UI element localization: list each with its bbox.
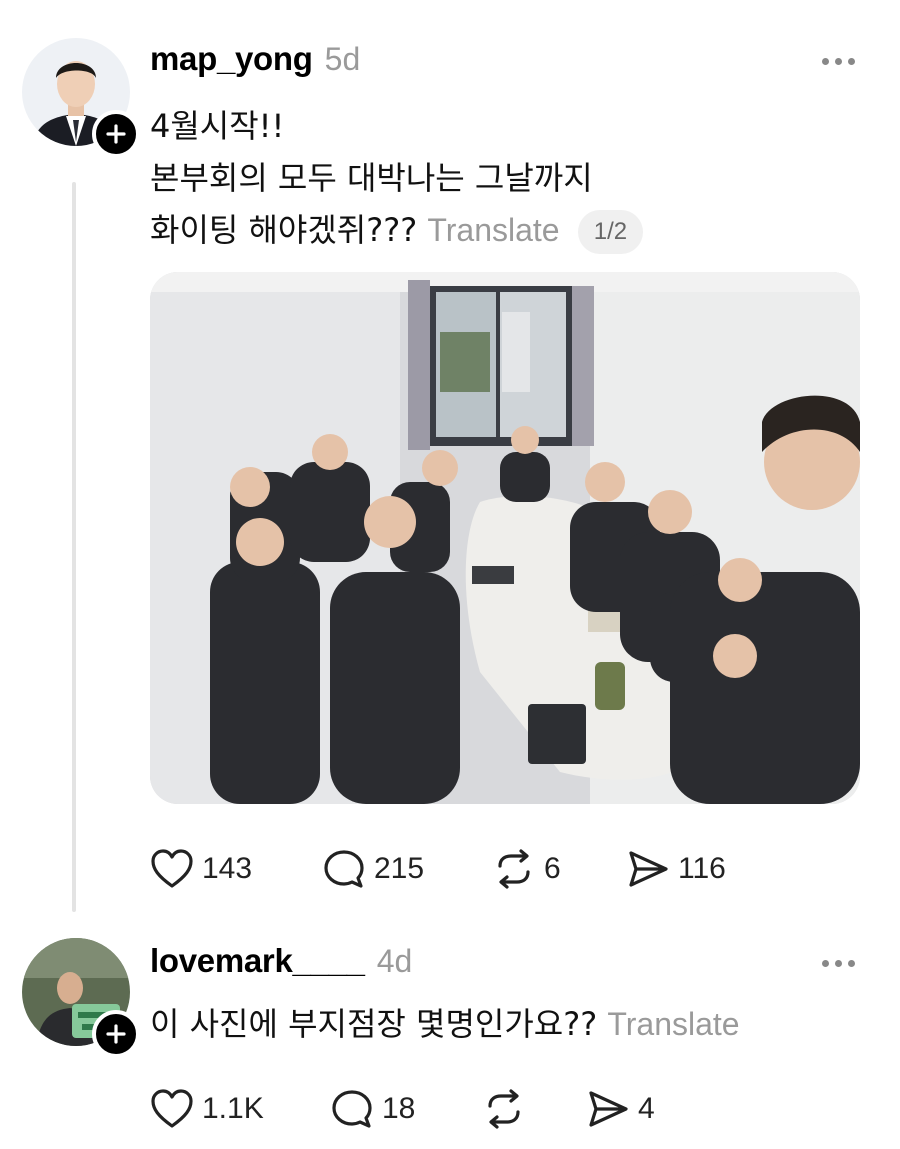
share-count: 116	[678, 852, 726, 885]
reply-username[interactable]: lovemark____	[150, 942, 365, 980]
translate-link[interactable]: Translate	[427, 212, 559, 248]
repost-icon	[488, 1089, 520, 1129]
repost-count: 6	[544, 852, 561, 885]
reply-time: 4d	[376, 943, 413, 979]
like-button[interactable]: 1.1K	[150, 1088, 264, 1130]
reply-count: 215	[374, 852, 425, 885]
post-photo[interactable]	[150, 272, 860, 804]
comment-icon	[324, 850, 364, 888]
heart-icon	[151, 1089, 193, 1128]
post-username[interactable]: map_yong	[150, 40, 313, 78]
post-text-line: 4월시작!!	[150, 107, 285, 145]
reply-text: 이 사진에 부지점장 몇명인가요??	[150, 1005, 598, 1043]
like-button[interactable]: 143	[150, 848, 252, 890]
post-text-line: 화이팅 해야겠쥐???	[150, 211, 418, 249]
comment-icon	[332, 1090, 372, 1128]
post-text-line: 본부회의 모두 대박나는 그날까지	[150, 159, 593, 197]
repost-button[interactable]	[482, 1088, 534, 1130]
post-body: 4월시작!! 본부회의 모두 대박나는 그날까지 화이팅 해야겠쥐??? Tra…	[150, 100, 870, 256]
thread-line	[72, 182, 76, 912]
reply-body: 이 사진에 부지점장 몇명인가요?? Translate	[150, 998, 870, 1050]
repost-icon	[498, 849, 530, 889]
post-time: 5d	[324, 41, 361, 77]
like-count: 1.1K	[202, 1092, 264, 1125]
share-button[interactable]: 116	[626, 848, 726, 890]
follow-plus-icon[interactable]	[92, 110, 140, 158]
post-header: map_yong 5d	[150, 40, 360, 78]
share-icon	[589, 1091, 628, 1127]
share-count: 4	[638, 1092, 655, 1125]
more-icon[interactable]	[822, 58, 855, 65]
repost-button[interactable]: 6	[492, 848, 561, 890]
share-button[interactable]: 4	[586, 1088, 655, 1130]
more-icon[interactable]	[822, 960, 855, 967]
reply-button[interactable]: 18	[330, 1088, 415, 1130]
like-count: 143	[202, 852, 253, 885]
reply-count: 18	[382, 1092, 416, 1125]
image-pager: 1/2	[577, 210, 644, 254]
share-icon	[629, 851, 668, 887]
translate-link[interactable]: Translate	[607, 1006, 739, 1042]
reply-header: lovemark____ 4d	[150, 942, 412, 980]
heart-icon	[151, 849, 193, 888]
follow-plus-icon[interactable]	[92, 1010, 140, 1058]
reply-button[interactable]: 215	[322, 848, 424, 890]
